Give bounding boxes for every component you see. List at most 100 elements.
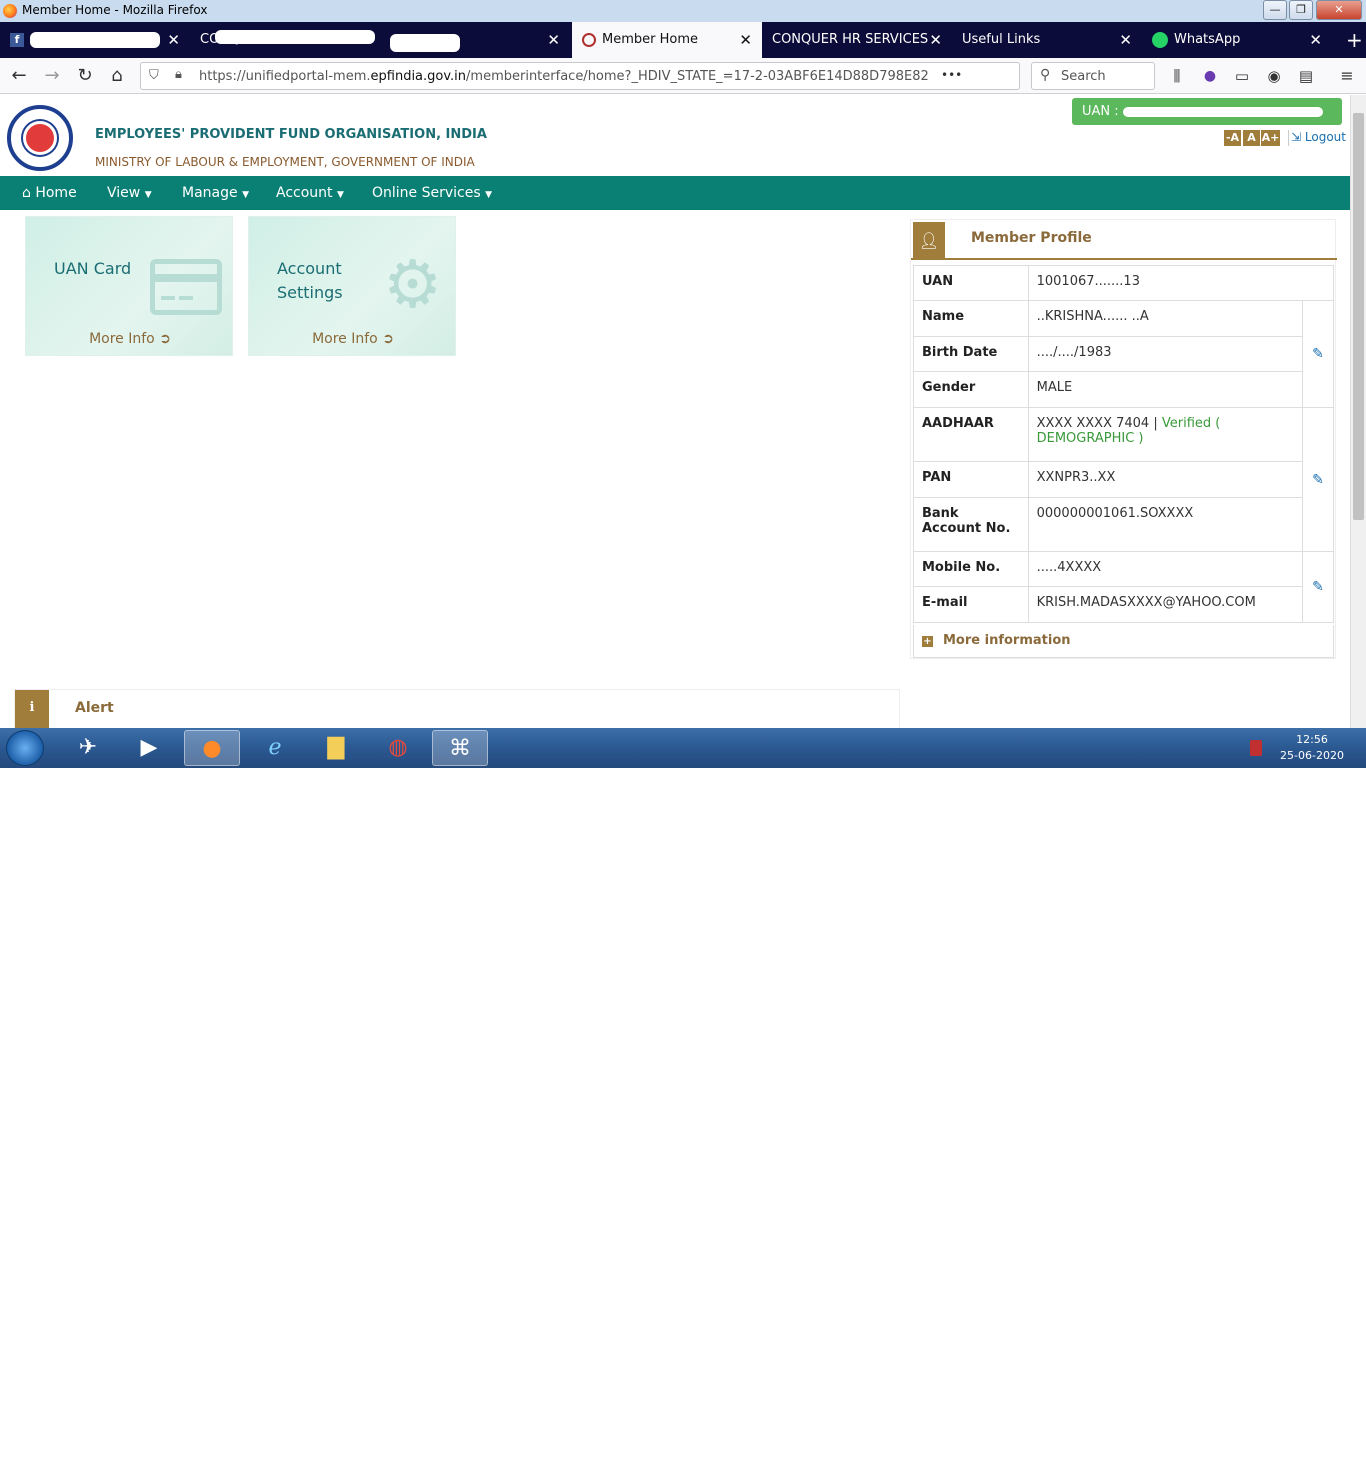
extension-icon[interactable]: ● [1196, 62, 1224, 90]
shield-icon[interactable]: ⛉ [149, 68, 159, 83]
lock-icon[interactable]: 🔒︎ [175, 67, 182, 82]
account-icon[interactable]: ◉ [1260, 62, 1288, 90]
menu-hamburger-icon[interactable]: ≡ [1333, 62, 1361, 90]
close-tab-icon[interactable]: ✕ [929, 22, 942, 58]
redaction-scribble [1122, 106, 1323, 117]
windows-taskbar: ✈︎ ▶︎ ● ℯ ▇ ◍ ⌘ ▲ [0, 728, 1366, 1479]
window-titlebar: Member Home - Mozilla Firefox — ❐ ✕ [0, 0, 1366, 22]
tray-arrow-icon[interactable]: ▲ [1226, 1468, 1234, 1479]
caret-down-icon: ▼ [242, 190, 249, 200]
tray-shield-icon[interactable] [1250, 740, 1262, 756]
start-button[interactable] [6, 730, 44, 766]
alert-title: Alert [75, 700, 114, 716]
tab-member-home[interactable]: Member Home ✕ [572, 22, 762, 58]
forward-arrow-icon[interactable]: → [38, 62, 66, 90]
logout-icon: ⇲ [1291, 130, 1302, 144]
tab-whatsapp[interactable]: WhatsApp ✕ [1142, 22, 1332, 58]
row-label: Name [913, 300, 1029, 337]
print-icon[interactable]: ▤ [1292, 62, 1320, 90]
row-value: ..../..../1983 [1027, 336, 1304, 372]
info-icon: i [15, 690, 49, 728]
row-label: AADHAAR [913, 407, 1029, 462]
tab-label: Member Home [602, 32, 698, 47]
member-profile-panel: 👤︎ Member Profile UAN 1001067.......13 N… [910, 219, 1337, 659]
edit-icon[interactable]: ✎ [1302, 407, 1334, 552]
aadhaar-value: XXXX XXXX 7404 | Verified ( DEMOGRAPHIC … [1027, 407, 1304, 462]
taskbar-media-player-icon[interactable]: ▶︎ [121, 730, 177, 766]
table-row: E-mail KRISH.MADASXXXX@YAHOO.COM [913, 586, 1334, 623]
row-value: KRISH.MADASXXXX@YAHOO.COM [1027, 586, 1304, 623]
close-window-button[interactable]: ✕ [1316, 0, 1362, 20]
taskbar-clock[interactable]: 12:56 25-06-2020 [1272, 732, 1352, 764]
org-title: EMPLOYEES' PROVIDENT FUND ORGANISATION, … [95, 127, 487, 142]
menu-home[interactable]: ⌂ Home [22, 176, 77, 210]
more-info-link[interactable]: More Info ➲ [249, 331, 457, 347]
url-domain: epfindia.gov.in [370, 69, 467, 84]
url-bar[interactable]: ⛉ 🔒︎ https://unifiedportal-mem.epfindia.… [140, 62, 1020, 90]
edit-icon[interactable]: ✎ [1302, 300, 1334, 408]
back-arrow-icon[interactable]: ← [5, 62, 33, 90]
menu-account[interactable]: Account ▼ [276, 176, 344, 212]
taskbar-internet-explorer-icon[interactable]: ℯ [247, 730, 303, 766]
search-box[interactable]: ⚲ Search [1031, 62, 1155, 90]
facebook-icon: f [10, 33, 24, 47]
redaction-scribble [30, 32, 160, 48]
firefox-logo-icon [3, 4, 17, 18]
taskbar-remote-tool-icon[interactable]: ⌘ [432, 730, 488, 766]
arrow-circle-right-icon: ➲ [382, 331, 394, 347]
taskbar-chrome-icon[interactable]: ◍ [370, 730, 426, 766]
redaction-scribble [215, 30, 375, 44]
close-tab-icon[interactable]: ✕ [1309, 22, 1322, 58]
uan-card-tile[interactable]: UAN Card More Info ➲ [25, 216, 233, 356]
close-tab-icon[interactable]: ✕ [1119, 22, 1132, 58]
url-path: /memberinterface/home?_HDIV_STATE_=17-2-… [466, 69, 929, 84]
menu-online-services[interactable]: Online Services ▼ [372, 176, 492, 212]
menu-view[interactable]: View ▼ [107, 176, 152, 212]
logout-label: Logout [1304, 130, 1346, 144]
epfo-logo [7, 105, 73, 171]
edit-icon[interactable]: ✎ [1302, 551, 1334, 623]
tab-label: CONQUER HR SERVICES [772, 32, 929, 47]
caret-down-icon: ▼ [144, 190, 152, 200]
account-settings-tile[interactable]: Account Settings ⚙ More Info ➲ [248, 216, 456, 356]
font-normal-button[interactable]: A [1243, 130, 1260, 146]
close-tab-icon[interactable]: ✕ [167, 22, 180, 58]
home-icon[interactable]: ⌂ [103, 62, 131, 90]
reload-icon[interactable]: ↻ [71, 62, 99, 90]
close-tab-icon[interactable]: ✕ [547, 22, 560, 58]
tab-bar: f( ✕ CONQUER HR SERVICES ✕ ✕ Member Home… [0, 22, 1366, 58]
clock-time: 12:56 [1296, 733, 1328, 746]
more-information-link[interactable]: + More information [913, 625, 1334, 658]
row-value: 1001067.......13 [1027, 265, 1335, 301]
logout-link[interactable]: ⇲ Logout [1291, 130, 1346, 144]
more-info-link[interactable]: More Info ➲ [26, 331, 234, 347]
scrollbar-thumb[interactable] [1353, 113, 1364, 520]
row-value: ..KRISHNA...... ..A [1027, 300, 1304, 337]
taskbar-file-explorer-icon[interactable]: ▇ [308, 730, 364, 766]
table-row: Mobile No. .....4XXXX ✎ [913, 551, 1334, 623]
library-icon[interactable]: ⫼ [1163, 62, 1191, 90]
row-label: Mobile No. [913, 551, 1029, 587]
font-decrease-button[interactable]: -A [1224, 130, 1241, 146]
taskbar-tool-icon[interactable]: ✈︎ [60, 730, 116, 766]
menu-manage[interactable]: Manage ▼ [182, 176, 249, 212]
table-row: Name ..KRISHNA...... ..A ✎ [913, 300, 1334, 408]
taskbar-firefox-icon[interactable]: ● [184, 730, 240, 766]
maximize-button[interactable]: ❐ [1289, 0, 1313, 20]
row-value: XXNPR3..XX [1027, 461, 1304, 498]
close-tab-icon[interactable]: ✕ [739, 22, 752, 58]
new-tab-button[interactable]: + [1336, 22, 1366, 58]
tab-useful-links[interactable]: Useful Links ✕ [952, 22, 1142, 58]
page-actions-icon[interactable]: ••• [941, 68, 962, 82]
tab-conquer-2[interactable]: CONQUER HR SERVICES ✕ [762, 22, 952, 58]
page-content: EMPLOYEES' PROVIDENT FUND ORGANISATION, … [0, 95, 1350, 728]
profile-header: 👤︎ Member Profile [911, 220, 1337, 260]
home-icon: ⌂ [22, 185, 31, 201]
font-increase-button[interactable]: A+ [1261, 130, 1280, 146]
plus-square-icon: + [922, 636, 933, 647]
tile-title: UAN Card [54, 259, 132, 278]
page-scrollbar[interactable] [1350, 95, 1366, 728]
row-label: PAN [913, 461, 1029, 498]
minimize-button[interactable]: — [1263, 0, 1287, 20]
reader-view-icon[interactable]: ▭ [1228, 62, 1256, 90]
